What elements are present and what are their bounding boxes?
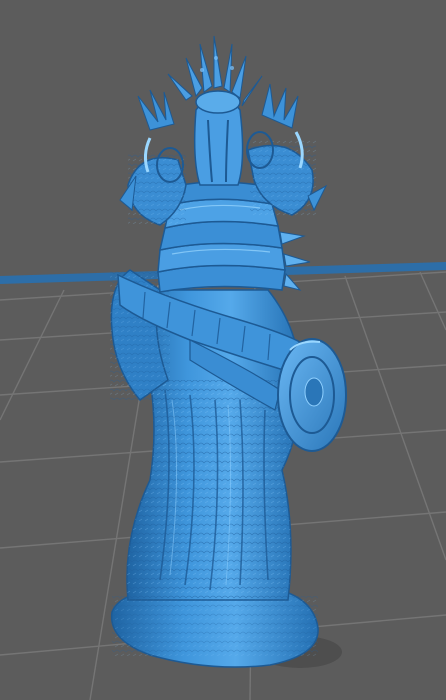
- viewport-canvas[interactable]: [0, 0, 446, 700]
- model-shield: [277, 338, 347, 452]
- 3d-viewport[interactable]: [0, 0, 446, 700]
